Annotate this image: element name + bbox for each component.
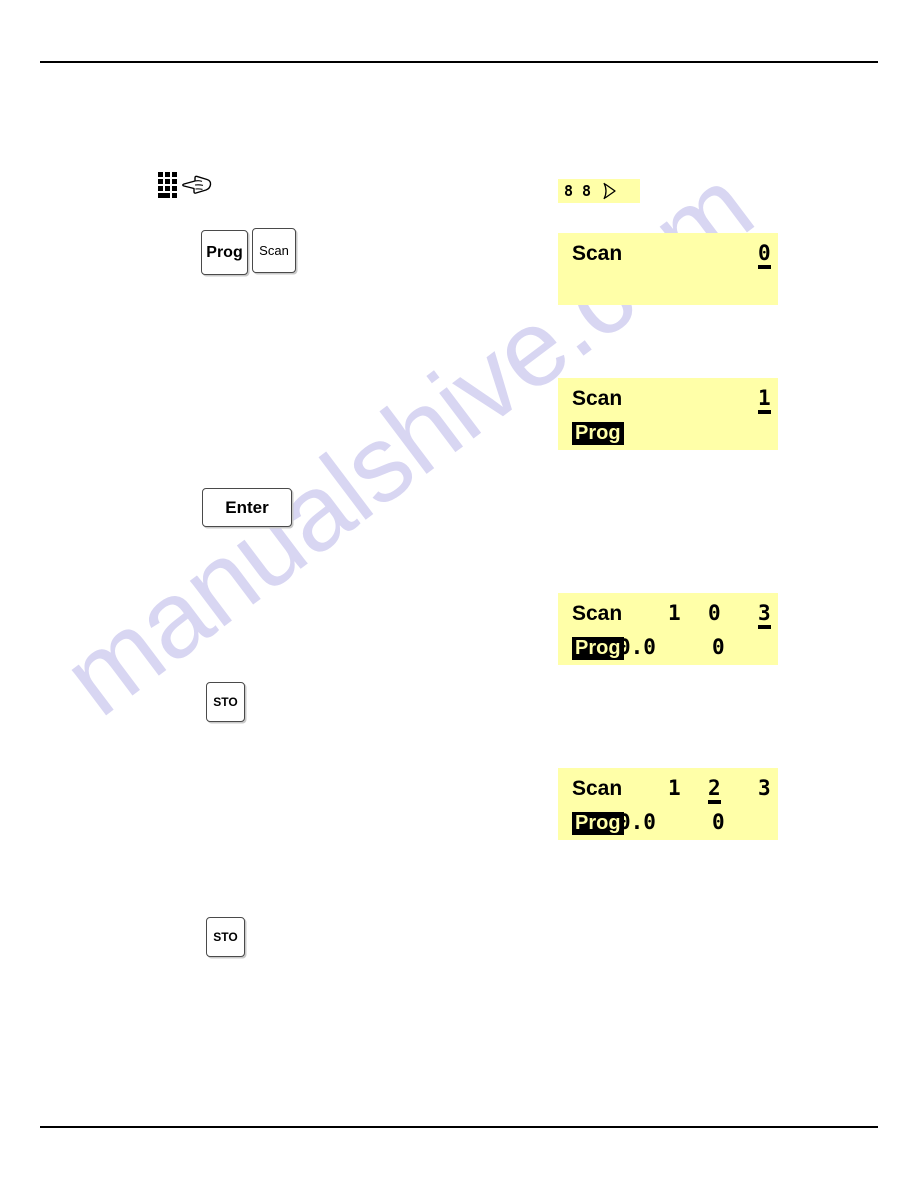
- page-footer-rule: [40, 1126, 878, 1128]
- lcd-digit-c: 3: [758, 776, 771, 800]
- lcd-line-2: Prog: [572, 422, 764, 452]
- sto-key-first[interactable]: STO: [206, 682, 245, 722]
- lcd-line-2: Prog 0.0 0: [572, 812, 764, 842]
- manual-page: manualshive.com Prog Scan Enter STO STO: [0, 0, 918, 1188]
- lcd-mode-label-scan: Scan: [572, 777, 623, 800]
- lcd-prog-value-2: 0: [712, 810, 725, 834]
- lcd-line-1: Scan 1: [572, 387, 771, 418]
- lcd-line-1: Scan 0: [572, 242, 771, 273]
- enter-key-label: Enter: [225, 497, 269, 517]
- lcd-display-scan-prog-step-103: Scan 1 0 3 Prog 0.0 0: [558, 593, 778, 665]
- sto-key-second[interactable]: STO: [206, 917, 245, 957]
- lcd-display-scan-prog-step-123: Scan 1 2 3 Prog 0.0 0: [558, 768, 778, 840]
- sto-key-first-label: STO: [213, 695, 238, 709]
- lcd-digit-b: 2: [708, 778, 721, 804]
- scan-key[interactable]: Scan: [252, 228, 296, 273]
- lcd-mode-label-scan: Scan: [572, 387, 623, 410]
- lcd-line-1: Scan 1 0 3: [572, 601, 771, 633]
- lcd-display-scan-step-0: Scan 0: [558, 233, 778, 305]
- lcd-digit-c: 3: [758, 603, 771, 629]
- lcd-line-2: [572, 277, 764, 307]
- mini-lcd-digit-2: 8: [582, 181, 592, 200]
- lcd-line-2: Prog 0.0 0: [572, 637, 764, 667]
- enter-key[interactable]: Enter: [202, 488, 292, 527]
- lcd-prog-value: 0.0: [618, 635, 656, 659]
- lcd-mode-label-scan: Scan: [572, 602, 623, 625]
- lcd-mode-label-prog: Prog: [572, 812, 624, 835]
- lcd-prog-value: 0.0: [618, 810, 656, 834]
- lcd-mode-label-prog: Prog: [572, 637, 624, 660]
- mini-lcd-display: 8 8: [558, 179, 640, 203]
- lcd-digit-a: 1: [668, 601, 681, 625]
- lcd-mode-label-prog: Prog: [572, 422, 624, 445]
- lcd-digit-channel: 1: [758, 388, 771, 414]
- lcd-digit-b: 0: [708, 601, 721, 625]
- keypad-icon: [158, 172, 177, 198]
- lcd-line-1: Scan 1 2 3: [572, 776, 771, 808]
- lcd-digit-channel: 0: [758, 243, 771, 269]
- sto-key-second-label: STO: [213, 930, 238, 944]
- pointing-hand-icon: [182, 175, 212, 194]
- mini-lcd-digit-1: 8: [564, 181, 574, 200]
- prog-key-label: Prog: [206, 243, 243, 261]
- prog-key[interactable]: Prog: [201, 230, 248, 275]
- lcd-mode-label-scan: Scan: [572, 242, 623, 265]
- lcd-prog-value-2: 0: [712, 635, 725, 659]
- lcd-digit-a: 1: [668, 776, 681, 800]
- page-header-rule: [40, 61, 878, 63]
- scan-key-label: Scan: [259, 243, 289, 258]
- arrow-right-icon: [603, 182, 616, 200]
- lcd-display-scan-prog-step-1: Scan 1 Prog: [558, 378, 778, 450]
- keypad-press-illustration: [158, 172, 212, 198]
